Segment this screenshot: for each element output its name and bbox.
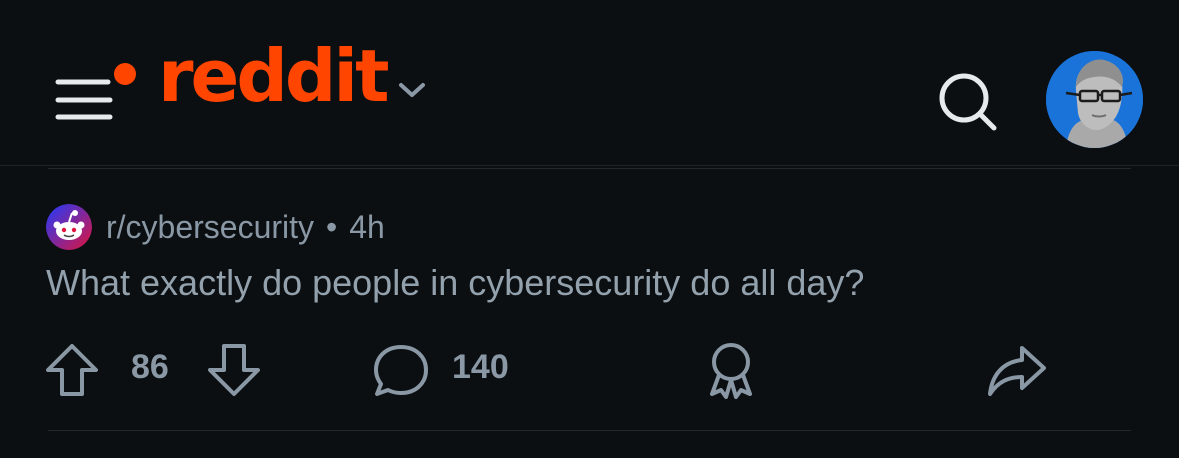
meta-separator: • — [326, 208, 338, 245]
reddit-logo[interactable]: reddit — [158, 40, 390, 112]
share-icon — [988, 346, 1046, 396]
post-meta: r/cybersecurity • 4h — [46, 203, 385, 251]
comments-button[interactable] — [372, 342, 430, 398]
user-avatar[interactable] — [1046, 51, 1143, 148]
downvote-button[interactable] — [206, 342, 262, 398]
search-button[interactable] — [934, 66, 1004, 136]
arrow-up-icon — [46, 344, 98, 396]
vote-count: 86 — [131, 348, 169, 386]
upvote-button[interactable] — [44, 342, 100, 398]
post-title[interactable]: What exactly do people in cybersecurity … — [46, 262, 864, 304]
comment-bubble-icon — [374, 345, 428, 396]
subreddit-avatar-icon[interactable] — [46, 204, 92, 250]
post-action-bar: 86 140 — [0, 340, 1179, 400]
top-bar: reddit — [0, 0, 1179, 166]
share-button[interactable] — [986, 342, 1048, 398]
logo-dropdown-button[interactable] — [396, 78, 428, 102]
divider — [48, 430, 1131, 431]
comment-count: 140 — [452, 348, 509, 386]
arrow-down-icon — [208, 344, 260, 396]
notification-dot — [114, 63, 136, 85]
avatar-image — [1046, 51, 1143, 148]
subreddit-name[interactable]: r/cybersecurity — [106, 209, 314, 246]
award-icon — [710, 343, 752, 399]
hamburger-menu-icon — [55, 63, 136, 120]
search-icon — [939, 73, 997, 131]
chevron-down-icon — [399, 83, 425, 97]
divider — [48, 168, 1131, 169]
menu-button[interactable] — [52, 58, 142, 124]
post-age: 4h — [349, 208, 385, 245]
award-button[interactable] — [704, 340, 758, 400]
